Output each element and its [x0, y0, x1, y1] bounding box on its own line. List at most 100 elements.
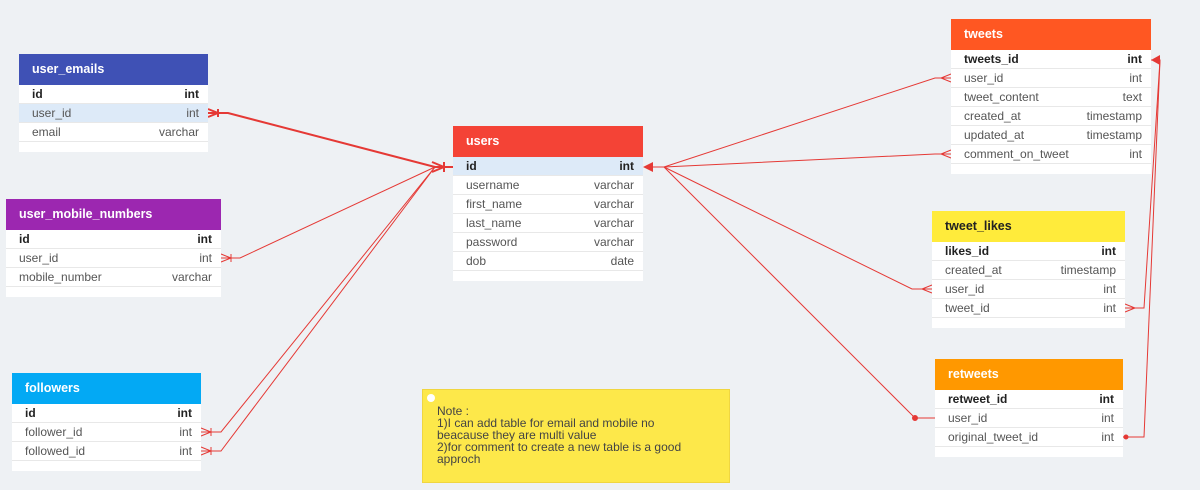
table-footer: [12, 461, 201, 471]
many-marker-icon: [220, 253, 233, 263]
note-card[interactable]: Note : 1)I can add table for email and m…: [422, 389, 730, 483]
relation-user-emails-users[interactable]: [208, 112, 453, 168]
column-type: timestamp: [1060, 263, 1116, 277]
table-footer: [951, 164, 1151, 174]
relation-users-tweets-comment[interactable]: [663, 153, 951, 168]
table-retweets[interactable]: retweets retweet_id int user_id int original_…: [935, 359, 1123, 457]
column-row[interactable]: user_id int: [935, 409, 1123, 428]
column-row[interactable]: tweet_id int: [932, 299, 1125, 318]
column-row[interactable]: original_tweet_id int: [935, 428, 1123, 447]
column-type: varchar: [593, 216, 634, 230]
note-text: Note : 1)I can add table for email and m…: [437, 405, 681, 465]
table-title[interactable]: retweets: [935, 359, 1123, 390]
column-row[interactable]: followed_id int: [12, 442, 201, 461]
table-title[interactable]: user_emails: [19, 54, 208, 85]
column-row[interactable]: user_id int: [932, 280, 1125, 299]
column-name: updated_at: [964, 128, 1025, 142]
column-type: int: [199, 251, 212, 265]
relation-users-tweets-user[interactable]: [663, 77, 951, 168]
column-type: int: [1099, 392, 1114, 406]
table-title[interactable]: tweets: [951, 19, 1151, 50]
column-row[interactable]: id int: [453, 157, 643, 176]
column-name: original_tweet_id: [948, 430, 1039, 444]
column-row[interactable]: tweet_content text: [951, 88, 1151, 107]
column-name: dob: [466, 254, 487, 268]
table-followers[interactable]: followers id int follower_id int followed_id i…: [12, 373, 201, 471]
column-type: int: [619, 159, 634, 173]
column-row[interactable]: created_at timestamp: [932, 261, 1125, 280]
table-user-mobile-numbers[interactable]: user_mobile_numbers id int user_id int mobile…: [6, 199, 221, 297]
table-user-emails[interactable]: user_emails id int user_id int email varchar: [19, 54, 208, 152]
column-type: int: [1101, 244, 1116, 258]
table-title[interactable]: tweet_likes: [932, 211, 1125, 242]
table-footer: [935, 447, 1123, 457]
column-row[interactable]: tweets_id int: [951, 50, 1151, 69]
table-users[interactable]: users id int username varchar first_name varch…: [453, 126, 643, 281]
arrow-head-icon: [1151, 55, 1160, 65]
column-row[interactable]: username varchar: [453, 176, 643, 195]
column-row[interactable]: comment_on_tweet int: [951, 145, 1151, 164]
relation-followed-users[interactable]: [201, 166, 436, 452]
column-row[interactable]: user_id int: [6, 249, 221, 268]
column-type: varchar: [171, 270, 212, 284]
column-row[interactable]: dob date: [453, 252, 643, 271]
column-name: tweet_content: [964, 90, 1039, 104]
column-type: int: [177, 406, 192, 420]
table-title[interactable]: followers: [12, 373, 201, 404]
column-row[interactable]: last_name varchar: [453, 214, 643, 233]
column-name: user_id: [964, 71, 1004, 85]
column-type: timestamp: [1086, 128, 1142, 142]
one-marker-icon: [1123, 434, 1129, 440]
column-row[interactable]: user_id int: [19, 104, 208, 123]
column-name: likes_id: [945, 244, 990, 258]
many-marker-icon: [939, 149, 952, 159]
column-type: int: [1103, 301, 1116, 315]
column-name: id: [32, 87, 43, 101]
column-row[interactable]: email varchar: [19, 123, 208, 142]
column-name: user_id: [945, 282, 985, 296]
column-type: int: [197, 232, 212, 246]
many-marker-icon: [939, 73, 952, 83]
column-row[interactable]: first_name varchar: [453, 195, 643, 214]
column-type: int: [1101, 430, 1114, 444]
column-row[interactable]: likes_id int: [932, 242, 1125, 261]
column-name: tweet_id: [945, 301, 990, 315]
relation-follower-users[interactable]: [201, 166, 436, 433]
column-type: varchar: [593, 197, 634, 211]
column-type: varchar: [593, 178, 634, 192]
column-row[interactable]: id int: [19, 85, 208, 104]
column-row[interactable]: user_id int: [951, 69, 1151, 88]
column-name: user_id: [948, 411, 988, 425]
column-row[interactable]: retweet_id int: [935, 390, 1123, 409]
column-row[interactable]: id int: [12, 404, 201, 423]
column-name: comment_on_tweet: [964, 147, 1069, 161]
column-name: password: [466, 235, 518, 249]
column-type: int: [179, 425, 192, 439]
column-name: first_name: [466, 197, 523, 211]
column-name: mobile_number: [19, 270, 102, 284]
relation-user-mobile-users[interactable]: [221, 166, 436, 259]
column-name: created_at: [964, 109, 1021, 123]
column-row[interactable]: follower_id int: [12, 423, 201, 442]
column-type: int: [1101, 411, 1114, 425]
table-title[interactable]: user_mobile_numbers: [6, 199, 221, 230]
one-marker-icon: [912, 415, 918, 421]
column-name: tweets_id: [964, 52, 1019, 66]
column-row[interactable]: password varchar: [453, 233, 643, 252]
arrow-head-icon: [643, 162, 653, 172]
note-line: approch: [437, 452, 481, 466]
column-type: int: [184, 87, 199, 101]
many-marker-icon: [207, 108, 221, 118]
column-row[interactable]: updated_at timestamp: [951, 126, 1151, 145]
table-tweet-likes[interactable]: tweet_likes likes_id int created_at timestam…: [932, 211, 1125, 328]
table-title[interactable]: users: [453, 126, 643, 157]
column-row[interactable]: id int: [6, 230, 221, 249]
column-row[interactable]: mobile_number varchar: [6, 268, 221, 287]
column-type: int: [186, 106, 199, 120]
table-tweets[interactable]: tweets tweets_id int user_id int tweet_conten…: [951, 19, 1151, 174]
column-name: id: [25, 406, 36, 420]
relation-users-likes[interactable]: [663, 166, 932, 290]
column-type: timestamp: [1086, 109, 1142, 123]
relation-users-retweets[interactable]: [663, 166, 935, 419]
column-row[interactable]: created_at timestamp: [951, 107, 1151, 126]
